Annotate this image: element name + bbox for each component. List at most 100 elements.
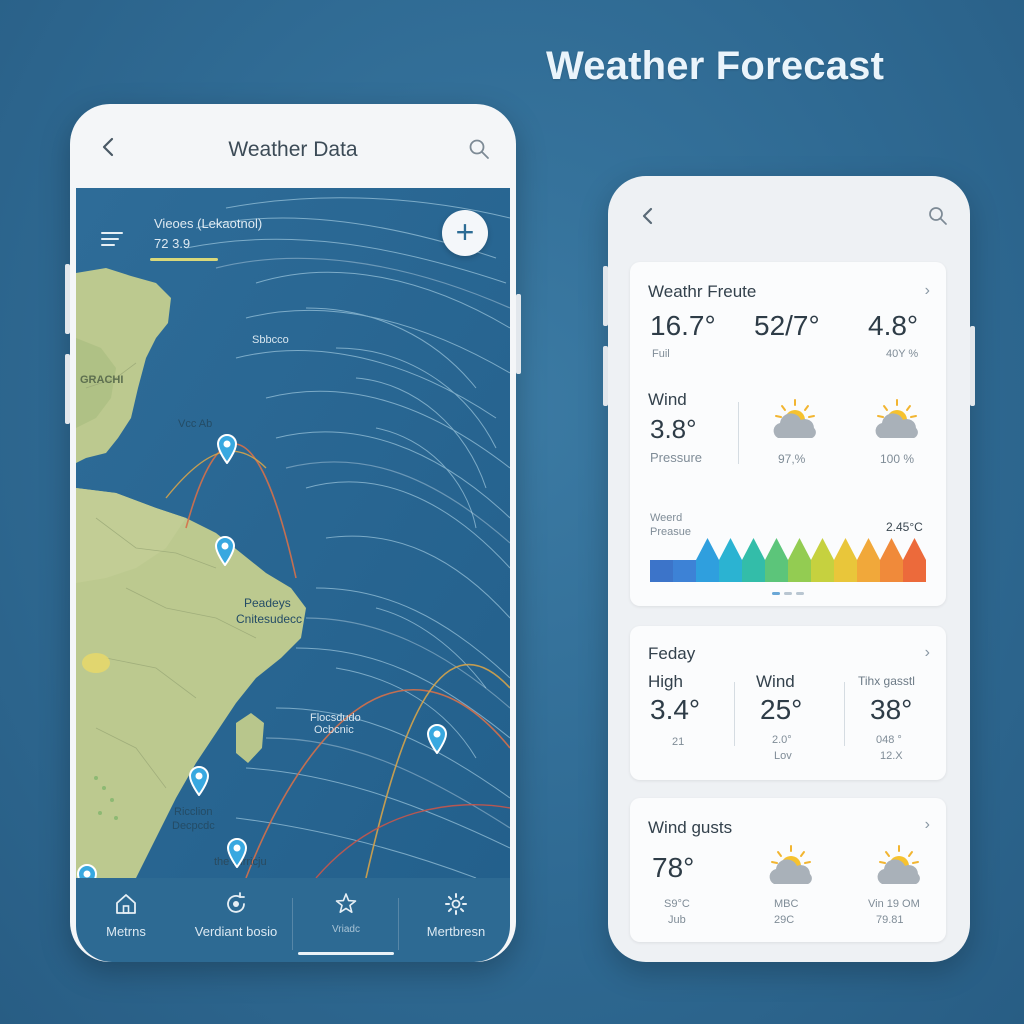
spectrum-peak bbox=[788, 538, 811, 560]
col-sub: Lov bbox=[774, 750, 792, 762]
col-label: Tihx gasstl bbox=[858, 674, 915, 688]
spectrum-peak bbox=[811, 538, 834, 560]
map-label: Ricclion bbox=[174, 806, 213, 818]
spectrum-peak bbox=[765, 538, 788, 560]
location-pin-icon[interactable] bbox=[214, 536, 236, 566]
card-title: Weathr Freute bbox=[648, 282, 757, 301]
phone-side-button bbox=[65, 264, 70, 334]
chevron-right-icon[interactable]: › bbox=[925, 644, 930, 662]
col-sub: 21 bbox=[672, 736, 685, 748]
weather-map[interactable]: Vieoes (Lekaotnol) 72 3.9 + Sbbcco GRACH… bbox=[76, 188, 510, 878]
nav-item-home[interactable]: Metrns bbox=[76, 878, 176, 962]
map-label: Peadeys bbox=[244, 596, 291, 610]
nav-label: Mertbresn bbox=[426, 924, 486, 939]
percent-label: 100 % bbox=[880, 452, 915, 466]
home-icon bbox=[116, 894, 136, 914]
divider bbox=[738, 402, 739, 464]
pager-dots[interactable] bbox=[772, 592, 806, 595]
gust-sub: MBC bbox=[774, 898, 799, 910]
spectrum-bar bbox=[742, 560, 766, 582]
refresh-icon bbox=[227, 892, 245, 913]
nav-divider bbox=[292, 898, 293, 950]
nav-item-refresh[interactable]: Verdiant bosio bbox=[180, 878, 292, 962]
map-label: Vcc Ab bbox=[178, 418, 213, 430]
bottom-nav: Metrns Verdiant bosio Vriadc Mertbresn bbox=[76, 878, 510, 962]
spectrum-bar bbox=[719, 560, 743, 582]
sub-label: 40Y % bbox=[886, 348, 919, 360]
spectrum-bar bbox=[834, 560, 858, 582]
wind-value: 3.8° bbox=[650, 414, 697, 444]
spectrum-peak bbox=[696, 538, 719, 560]
location-pin-icon[interactable] bbox=[188, 766, 210, 796]
location-pin-icon[interactable] bbox=[216, 434, 238, 464]
spectrum-bar bbox=[857, 560, 881, 582]
forecast-card[interactable]: Weathr Freute › 16.7° 52/7° 4.8° Fuil 40… bbox=[630, 262, 946, 606]
right-phone: Weathr Freute › 16.7° 52/7° 4.8° Fuil 40… bbox=[603, 176, 975, 962]
map-canvas bbox=[76, 188, 510, 878]
spectrum-peak bbox=[719, 538, 742, 560]
phone-side-button bbox=[603, 266, 608, 326]
active-tab-indicator bbox=[298, 952, 394, 955]
gust-sub: 29C bbox=[774, 914, 795, 926]
chevron-right-icon[interactable]: › bbox=[925, 816, 930, 834]
nav-item-settings[interactable]: Mertbresn bbox=[402, 878, 510, 962]
col-sub: 12.X bbox=[880, 750, 903, 762]
map-label: Flocsdudo bbox=[310, 712, 361, 724]
location-pin-icon[interactable] bbox=[226, 838, 248, 868]
nav-label: Verdiant bosio bbox=[194, 924, 278, 939]
spectrum-peak bbox=[857, 538, 880, 560]
pressure-label: Pressure bbox=[650, 450, 703, 465]
search-icon[interactable] bbox=[468, 138, 490, 160]
add-button[interactable]: + bbox=[442, 210, 488, 256]
search-icon[interactable] bbox=[928, 206, 948, 226]
header-title: Weather Data bbox=[228, 138, 358, 161]
spectrum-peak bbox=[742, 538, 765, 560]
temp-value: 52/7° bbox=[754, 310, 820, 341]
spectrum-bar bbox=[811, 560, 835, 582]
daily-card[interactable]: Feday › High 3.4° 21 Wind 25° 2.0° Lov T… bbox=[630, 626, 946, 780]
chart-label: Weerd bbox=[650, 512, 683, 524]
spectrum-bar bbox=[650, 560, 674, 582]
sub-label: Fuil bbox=[652, 348, 670, 360]
left-phone: Weather Data Vieoes (Lekaotnol) 72 3.9 +… bbox=[65, 104, 521, 962]
spectrum-peak bbox=[903, 538, 926, 560]
location-pin-icon[interactable] bbox=[426, 724, 448, 754]
partly-cloudy-icon bbox=[875, 399, 918, 438]
spectrum-bar bbox=[673, 560, 697, 582]
nav-item-favorites[interactable]: Vriadc bbox=[296, 878, 396, 962]
temp-value: 4.8° bbox=[868, 310, 919, 341]
overlay-underline bbox=[150, 258, 218, 261]
filter-menu-icon[interactable] bbox=[100, 230, 126, 248]
map-label: Ocbcnic bbox=[314, 724, 354, 736]
spectrum-bar bbox=[765, 560, 789, 582]
wind-gusts-card[interactable]: Wind gusts › 78° S9°C Jub MBC 29C Vin 19 bbox=[630, 798, 946, 942]
spectrum-bar bbox=[788, 560, 812, 582]
gust-value: 78° bbox=[652, 852, 695, 883]
spectrum-bar bbox=[880, 560, 904, 582]
col-value: 25° bbox=[760, 694, 803, 725]
nav-label: Metrns bbox=[106, 924, 146, 939]
partly-cloudy-icon bbox=[773, 399, 816, 438]
divider bbox=[844, 682, 845, 746]
app-header: Weather Data bbox=[70, 104, 516, 188]
percent-label: 97,% bbox=[778, 452, 806, 466]
temp-value: 16.7° bbox=[650, 310, 716, 341]
gust-sub: Jub bbox=[668, 914, 686, 926]
spectrum-bar bbox=[903, 560, 926, 582]
phone-side-button bbox=[603, 346, 608, 406]
gust-sub: Vin 19 OM bbox=[868, 898, 920, 910]
phone-side-button bbox=[516, 294, 521, 374]
chevron-left-icon[interactable] bbox=[638, 206, 658, 226]
spectrum-peak bbox=[880, 538, 903, 560]
col-label: High bbox=[648, 672, 683, 691]
page-headline: Weather Forecast bbox=[546, 44, 885, 88]
spectrum-bar bbox=[696, 560, 720, 582]
map-overlay-value: 72 3.9 bbox=[154, 236, 191, 251]
col-sub: 048 ° bbox=[876, 734, 902, 746]
location-pin-icon[interactable] bbox=[76, 864, 98, 878]
wind-spectrum-chart bbox=[650, 538, 926, 582]
star-icon bbox=[335, 893, 357, 914]
map-label: GRACHI bbox=[80, 374, 124, 386]
gust-sub: 79.81 bbox=[876, 914, 904, 926]
chevron-right-icon[interactable]: › bbox=[925, 282, 930, 300]
